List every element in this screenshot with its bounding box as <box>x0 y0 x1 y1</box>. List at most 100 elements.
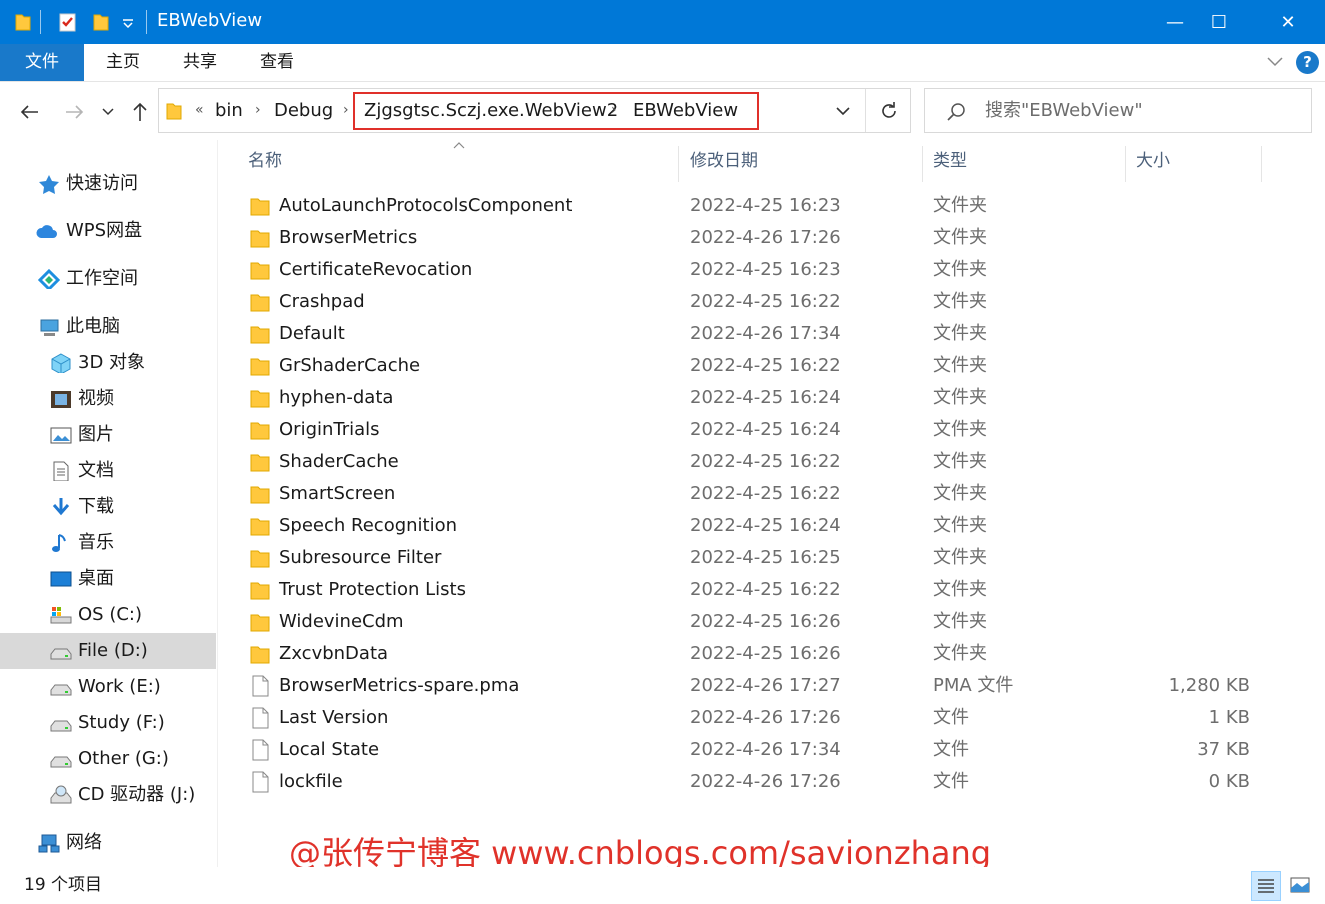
tab-file[interactable]: 文件 <box>0 44 84 81</box>
sidebar-item-desktop[interactable]: 桌面 <box>0 561 216 597</box>
list-item[interactable]: CertificateRevocation 2022-4-25 16:23 文件… <box>240 254 1310 286</box>
drive-icon <box>50 648 72 660</box>
picture-icon <box>50 427 72 444</box>
breadcrumb-debug[interactable]: Debug <box>274 89 333 132</box>
tab-home[interactable]: 主页 <box>92 44 154 81</box>
file-type: 文件 <box>933 739 969 760</box>
minimize-icon: — <box>1166 11 1184 33</box>
file-date: 2022-4-26 17:26 <box>690 227 841 248</box>
large-icons-view-button[interactable] <box>1286 871 1316 901</box>
network-icon <box>38 834 60 853</box>
file-name: BrowserMetrics-spare.pma <box>279 675 520 696</box>
search-input[interactable]: 搜索"EBWebView" <box>985 89 1143 132</box>
folder-icon <box>250 486 270 504</box>
list-item[interactable]: lockfile 2022-4-26 17:26 文件 0 KB <box>240 766 1310 798</box>
file-date: 2022-4-25 16:23 <box>690 195 841 216</box>
drive-icon <box>50 756 72 768</box>
sidebar-item-drive-g[interactable]: Other (G:) <box>0 741 216 777</box>
column-header-type[interactable]: 类型 <box>933 140 1123 182</box>
address-bar[interactable]: « bin › Debug › Zjgsgtsc.Sczj.exe.WebVie… <box>158 88 911 133</box>
file-icon <box>252 771 269 793</box>
list-item[interactable]: ShaderCache 2022-4-25 16:22 文件夹 <box>240 446 1310 478</box>
list-item[interactable]: OriginTrials 2022-4-25 16:24 文件夹 <box>240 414 1310 446</box>
column-divider[interactable] <box>1261 146 1262 182</box>
column-header-date[interactable]: 修改日期 <box>690 140 920 182</box>
details-view-button[interactable] <box>1251 871 1281 901</box>
list-item[interactable]: WidevineCdm 2022-4-25 16:26 文件夹 <box>240 606 1310 638</box>
sidebar-item-label: File (D:) <box>78 640 148 661</box>
refresh-icon[interactable] <box>877 99 901 123</box>
search-icon <box>947 103 965 121</box>
list-item[interactable]: SmartScreen 2022-4-25 16:22 文件夹 <box>240 478 1310 510</box>
column-divider[interactable] <box>922 146 923 182</box>
search-box[interactable]: 搜索"EBWebView" <box>924 88 1312 133</box>
list-item[interactable]: Trust Protection Lists 2022-4-25 16:22 文… <box>240 574 1310 606</box>
column-header-size[interactable]: 大小 <box>1136 140 1256 182</box>
column-divider[interactable] <box>1125 146 1126 182</box>
sidebar-item-wps-drive[interactable]: WPS网盘 <box>0 213 216 249</box>
list-item[interactable]: BrowserMetrics 2022-4-26 17:26 文件夹 <box>240 222 1310 254</box>
folder-icon <box>250 518 270 536</box>
address-history-chevron-icon[interactable] <box>835 105 851 117</box>
maximize-button[interactable]: ☐ <box>1189 0 1249 44</box>
sidebar-item-quick-access[interactable]: 快速访问 <box>0 166 216 202</box>
new-folder-icon[interactable] <box>92 12 110 32</box>
file-name: GrShaderCache <box>279 355 421 376</box>
customize-qa-chevron-icon[interactable] <box>122 18 134 28</box>
sidebar-item-drive-j[interactable]: CD 驱动器 (J:) <box>0 777 216 813</box>
column-header-name[interactable]: 名称 <box>248 140 678 182</box>
column-divider[interactable] <box>678 146 679 182</box>
file-type: 文件夹 <box>933 451 987 472</box>
sidebar-item-downloads[interactable]: 下载 <box>0 489 216 525</box>
help-button[interactable]: ? <box>1296 51 1319 74</box>
list-item[interactable]: Last Version 2022-4-26 17:26 文件 1 KB <box>240 702 1310 734</box>
recent-locations-chevron-icon[interactable] <box>100 100 116 124</box>
list-item[interactable]: Speech Recognition 2022-4-25 16:24 文件夹 <box>240 510 1310 542</box>
breadcrumb-overflow[interactable]: « <box>195 89 204 132</box>
sidebar-item-drive-d[interactable]: File (D:) <box>0 633 216 669</box>
forward-icon[interactable] <box>62 100 86 124</box>
sidebar-item-label: 工作空间 <box>66 268 138 289</box>
file-date: 2022-4-25 16:22 <box>690 291 841 312</box>
list-item[interactable]: ZxcvbnData 2022-4-25 16:26 文件夹 <box>240 638 1310 670</box>
list-item[interactable]: BrowserMetrics-spare.pma 2022-4-26 17:27… <box>240 670 1310 702</box>
folder-icon <box>250 230 270 248</box>
breadcrumb-separator-icon[interactable]: › <box>343 89 349 132</box>
back-icon[interactable] <box>18 100 42 124</box>
sidebar-item-3d-objects[interactable]: 3D 对象 <box>0 345 216 381</box>
list-item[interactable]: hyphen-data 2022-4-25 16:24 文件夹 <box>240 382 1310 414</box>
breadcrumb-bin[interactable]: bin <box>215 89 243 132</box>
sidebar-item-drive-f[interactable]: Study (F:) <box>0 705 216 741</box>
sidebar-item-label: 音乐 <box>78 532 114 553</box>
expand-ribbon-icon[interactable] <box>1266 55 1284 69</box>
list-item[interactable]: AutoLaunchProtocolsComponent 2022-4-25 1… <box>240 190 1310 222</box>
list-item[interactable]: Default 2022-4-26 17:34 文件夹 <box>240 318 1310 350</box>
breadcrumb-separator-icon[interactable]: › <box>255 89 261 132</box>
tab-view[interactable]: 查看 <box>246 44 308 81</box>
up-icon[interactable] <box>128 100 152 124</box>
sidebar-item-workspace[interactable]: 工作空间 <box>0 261 216 297</box>
list-item[interactable]: Crashpad 2022-4-25 16:22 文件夹 <box>240 286 1310 318</box>
list-item[interactable]: Subresource Filter 2022-4-25 16:25 文件夹 <box>240 542 1310 574</box>
close-button[interactable]: ✕ <box>1258 0 1318 44</box>
tab-share[interactable]: 共享 <box>169 44 231 81</box>
sidebar-item-documents[interactable]: 文档 <box>0 453 216 489</box>
file-type: PMA 文件 <box>933 675 1014 696</box>
sidebar-item-label: 图片 <box>78 424 114 445</box>
file-date: 2022-4-26 17:34 <box>690 739 841 760</box>
list-item[interactable]: Local State 2022-4-26 17:34 文件 37 KB <box>240 734 1310 766</box>
sidebar-item-pictures[interactable]: 图片 <box>0 417 216 453</box>
sidebar-item-drive-e[interactable]: Work (E:) <box>0 669 216 705</box>
properties-icon[interactable] <box>58 12 78 32</box>
sidebar-item-network[interactable]: 网络 <box>0 825 216 861</box>
sidebar-item-label: OS (C:) <box>78 604 142 625</box>
sidebar-item-videos[interactable]: 视频 <box>0 381 216 417</box>
address-divider <box>865 89 866 132</box>
list-item[interactable]: GrShaderCache 2022-4-25 16:22 文件夹 <box>240 350 1310 382</box>
status-bar: 19 个项目 <box>0 867 1325 904</box>
sidebar-item-drive-c[interactable]: OS (C:) <box>0 597 216 633</box>
sidebar-item-this-pc[interactable]: 此电脑 <box>0 309 216 345</box>
file-size: 0 KB <box>1208 771 1250 792</box>
sidebar-item-music[interactable]: 音乐 <box>0 525 216 561</box>
file-type: 文件夹 <box>933 259 987 280</box>
